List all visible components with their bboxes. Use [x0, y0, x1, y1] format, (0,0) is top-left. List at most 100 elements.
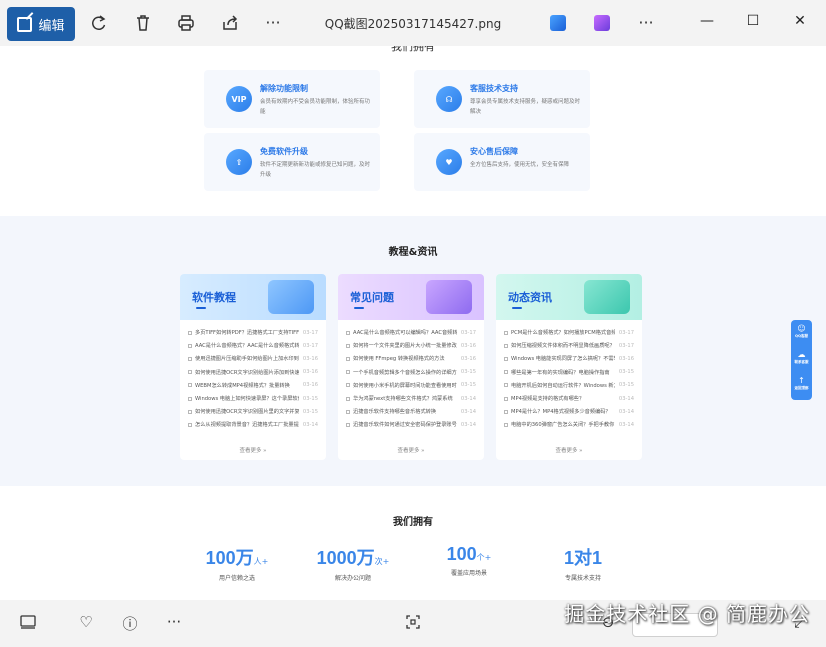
- news-item-title: 如何将一个文件夹里的图片大小统一批量修改: [353, 343, 457, 350]
- news-list-item[interactable]: MP4是什么？MP4格式视频多少音频编码？ 03-14: [504, 405, 634, 418]
- news-card-title: 常见问题: [350, 291, 394, 304]
- news-card-faq: 常见问题 AAC是什么音频格式可以编辑吗？AAC音频转换 03-17 如何将一个文件…: [338, 274, 484, 460]
- minimize-button[interactable]: —: [697, 13, 717, 29]
- news-list-item[interactable]: 如何使用 FFmpeg 转换视频格式的方法 03-16: [346, 352, 476, 365]
- news-item-date: 03-14: [302, 421, 318, 428]
- qq-service-button[interactable]: ☺ QQ客服: [791, 320, 812, 346]
- news-item-date: 03-17: [302, 329, 318, 336]
- news-list-item[interactable]: 如何使用小米手机的屏幕时间功能查看使用时长 03-15: [346, 379, 476, 392]
- news-list-item[interactable]: AAC是什么音频格式可以编辑吗？AAC音频转换 03-17: [346, 326, 476, 339]
- news-list-item[interactable]: 多页TIFF如何转PDF？迅捷格式工厂支持TIFF转换 03-17: [188, 326, 318, 339]
- arrow-up-icon: ↑: [798, 376, 805, 385]
- view-more-link[interactable]: 查看更多 »: [180, 446, 326, 454]
- news-item-title: 如何使用 FFmpeg 转换视频格式的方法: [353, 356, 445, 363]
- feature-title: 安心售后保障: [470, 147, 518, 156]
- news-card-title: 动态资讯: [508, 291, 552, 304]
- news-list-item[interactable]: 哪些是第一年有的实现编码？电脑操作指南 03-15: [504, 366, 634, 379]
- news-item-date: 03-17: [302, 342, 318, 349]
- news-item-date: 03-15: [302, 408, 318, 415]
- edit-icon: [17, 16, 33, 32]
- contact-service-button[interactable]: ☁ 联系客服: [791, 346, 812, 372]
- news-item-title: 一个手机音频剪辑多个音频怎么操作的详细方法: [353, 369, 457, 376]
- document-icon: [188, 383, 192, 388]
- news-list-item[interactable]: PCM是什么音频格式？如何播放PCM格式音频 03-17: [504, 326, 634, 339]
- back-to-top-button[interactable]: ↑ 返回顶部: [791, 372, 812, 398]
- news-item-date: 03-16: [618, 355, 634, 362]
- feature-desc: 软件不定期更新新功能或修复已知问题，及时升级: [260, 162, 371, 178]
- info-icon[interactable]: ⓘ: [120, 613, 140, 634]
- news-list-item[interactable]: Windows 电脑能实现同屏了怎么搞呢？不需软件 03-16: [504, 352, 634, 365]
- stat-desc: 用户信赖之选: [218, 575, 255, 582]
- news-list-item[interactable]: Windows 电脑上如何快速录屏？这个录屏软件 03-15: [188, 392, 318, 405]
- news-list-item[interactable]: 如何压缩视频文件体积而不明显降低画质呢？ 03-17: [504, 339, 634, 352]
- stat-number: 100万: [205, 548, 254, 568]
- stat-unit: 个+: [476, 553, 492, 562]
- news-card-title: 软件教程: [192, 291, 236, 304]
- news-list-item[interactable]: MP4视频是支持的格式有哪些？ 03-14: [504, 392, 634, 405]
- qq-icon: ☺: [797, 324, 806, 333]
- more-options-icon[interactable]: ···: [636, 13, 656, 33]
- rotate-icon[interactable]: [89, 13, 109, 33]
- news-list-item[interactable]: 迅捷音乐软件支持哪些音乐格式转换 03-14: [346, 405, 476, 418]
- feature-card: ♥ 安心售后保障 全方位售后支持，使用无忧，安全有保障: [414, 133, 590, 191]
- print-icon[interactable]: [176, 13, 196, 33]
- news-item-title: 如何使用小米手机的屏幕时间功能查看使用时长: [353, 382, 457, 389]
- stat-number: 1000万: [316, 548, 375, 568]
- feature-desc: 全方位售后支持，使用无忧，安全有保障: [470, 162, 570, 168]
- news-list-item[interactable]: 怎么从视频提取背景音？迅捷格式工厂批量提取 03-14: [188, 418, 318, 431]
- filmstrip-icon[interactable]: [18, 613, 38, 635]
- feature-card: VIP 解除功能限制 会员有效期内不受会员功能限制，体验所有功能: [204, 70, 380, 128]
- news-item-date: 03-15: [618, 369, 634, 376]
- stat-block: 100个+ 覆盖应用场景: [414, 544, 524, 577]
- news-list-item[interactable]: 使用迅捷图片压缩助手如何给图片上加水印到图片 03-16: [188, 352, 318, 365]
- news-list-item[interactable]: 如何使用迅捷OCR文字识别图片里的文字并复制 03-15: [188, 405, 318, 418]
- news-list-item[interactable]: 如何将一个文件夹里的图片大小统一批量修改 03-16: [346, 339, 476, 352]
- news-item-title: MP4是什么？MP4格式视频多少音频编码？: [511, 409, 611, 416]
- document-icon: [346, 422, 350, 427]
- fit-to-window-icon[interactable]: [403, 613, 423, 635]
- news-item-title: 如何使用迅捷OCR文字识别给图片添加到快速识别: [195, 369, 299, 376]
- title-underline: [196, 307, 206, 309]
- news-item-date: 03-15: [302, 395, 318, 402]
- document-icon: [346, 396, 350, 401]
- document-icon: [188, 422, 192, 427]
- news-item-date: 03-16: [460, 355, 476, 362]
- more-icon[interactable]: ···: [164, 613, 184, 631]
- news-list-item[interactable]: WEBM怎么转成MP4视频格式？批量转换 03-16: [188, 379, 318, 392]
- view-more-link[interactable]: 查看更多 »: [338, 446, 484, 454]
- news-list-item[interactable]: AAC是什么音频格式？AAC是什么音频格式转换 03-17: [188, 339, 318, 352]
- float-label: 返回顶部: [794, 386, 809, 390]
- share-icon[interactable]: [220, 13, 240, 33]
- news-card-tutorials: 软件教程 多页TIFF如何转PDF？迅捷格式工厂支持TIFF转换 03-17 AAC…: [180, 274, 326, 460]
- view-more-link[interactable]: 查看更多 »: [496, 446, 642, 454]
- news-list-item[interactable]: 电脑中的360弹窗广告怎么关闭？手把手教你 03-14: [504, 418, 634, 431]
- clipchamp-icon[interactable]: [592, 13, 612, 33]
- news-list-item[interactable]: 迅捷音乐软件如何通过安全密码保护登录账号 03-14: [346, 418, 476, 431]
- document-icon: [504, 409, 508, 414]
- document-icon: [188, 356, 192, 361]
- document-icon: [346, 409, 350, 414]
- stat-desc: 专属技术支持: [564, 575, 601, 582]
- edit-button[interactable]: 编辑: [7, 7, 75, 41]
- news-item-date: 03-17: [618, 342, 634, 349]
- delete-icon[interactable]: [133, 13, 153, 33]
- news-list-item[interactable]: 电脑开机后如何自动运行软件？Windows 新方法 03-15: [504, 379, 634, 392]
- news-list-item[interactable]: 如何使用迅捷OCR文字识别给图片添加到快速识别 03-16: [188, 366, 318, 379]
- news-item-title: MP4视频是支持的格式有哪些？: [511, 396, 585, 403]
- feature-card: ☊ 客服技术支持 尊享会员专属技术支持服务，疑惑或问题及时解决: [414, 70, 590, 128]
- news-item-title: 电脑开机后如何自动运行软件？Windows 新方法: [511, 382, 615, 389]
- paint-app-icon[interactable]: [548, 13, 568, 33]
- favorite-icon[interactable]: ♡: [76, 613, 96, 631]
- stat-number: 100: [446, 544, 477, 564]
- news-list-item[interactable]: 一个手机音频剪辑多个音频怎么操作的详细方法 03-15: [346, 366, 476, 379]
- edit-label: 编辑: [38, 18, 65, 34]
- viewer-toolbar: 编辑 ··· QQ截图20250317145427.png ··· — ☐ ✕: [0, 0, 826, 46]
- maximize-button[interactable]: ☐: [743, 13, 763, 29]
- heart-icon: ♥: [436, 149, 462, 175]
- news-card-header: 软件教程: [180, 274, 326, 320]
- close-button[interactable]: ✕: [790, 13, 810, 29]
- news-item-title: Windows 电脑能实现同屏了怎么搞呢？不需软件: [511, 356, 615, 363]
- more-icon[interactable]: ···: [263, 13, 283, 33]
- document-icon: [504, 383, 508, 388]
- news-list-item[interactable]: 华为鸿蒙next支持哪些文件格式？鸿蒙系统 03-14: [346, 392, 476, 405]
